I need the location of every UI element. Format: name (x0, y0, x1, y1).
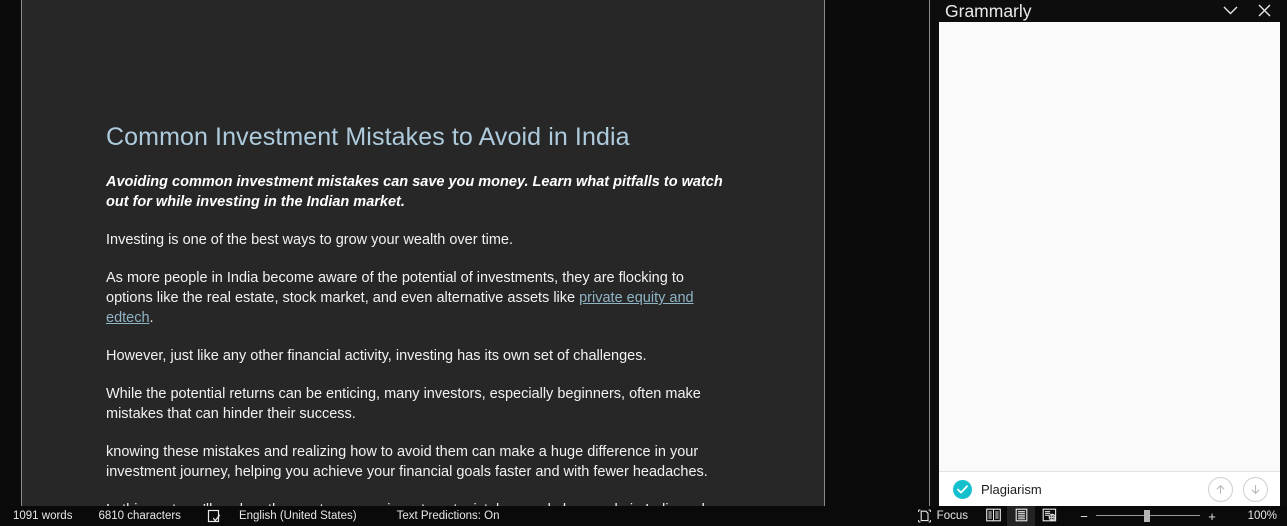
print-layout-icon (1015, 508, 1028, 525)
word-count-status[interactable]: 1091 words (6, 506, 79, 526)
document-lede: Avoiding common investment mistakes can … (106, 174, 723, 210)
focus-mode-icon (917, 509, 931, 523)
check-circle-icon (953, 479, 972, 499)
document-page[interactable]: Common Investment Mistakes to Avoid in I… (21, 0, 825, 506)
plagiarism-label: Plagiarism (981, 481, 1042, 497)
status-bar: 1091 words 6810 characters English (Unit… (0, 506, 1287, 526)
zoom-control[interactable]: − + (1075, 509, 1221, 524)
document-scroll-area[interactable]: Common Investment Mistakes to Avoid in I… (0, 0, 930, 506)
grammarly-pane-title: Grammarly (945, 0, 1032, 21)
close-icon[interactable] (1251, 0, 1277, 22)
paragraph-text-after-link: . (149, 310, 154, 326)
read-mode-icon (985, 508, 1001, 525)
focus-mode-label: Focus (936, 510, 968, 522)
text-predictions-status[interactable]: Text Predictions: On (390, 506, 507, 526)
proofing-errors-icon[interactable] (202, 506, 226, 526)
document-paragraph: While the potential returns can be entic… (106, 386, 701, 422)
zoom-out-button[interactable]: − (1075, 509, 1093, 524)
view-web-layout-button[interactable] (1035, 506, 1063, 526)
word-application-window: Common Investment Mistakes to Avoid in I… (0, 0, 1287, 526)
web-layout-icon (1042, 508, 1057, 525)
zoom-slider-thumb[interactable] (1144, 510, 1150, 522)
character-count-status[interactable]: 6810 characters (91, 506, 187, 526)
arrow-down-icon[interactable] (1243, 476, 1268, 502)
document-paragraph: Investing is one of the best ways to gro… (106, 232, 514, 248)
zoom-level-label[interactable]: 100% (1235, 510, 1277, 522)
grammarly-pane-header: Grammarly (930, 0, 1287, 22)
document-paragraph: However, just like any other financial a… (106, 348, 647, 364)
arrow-up-icon[interactable] (1208, 476, 1233, 502)
grammarly-suggestions-area[interactable] (939, 22, 1280, 471)
view-read-mode-button[interactable] (979, 506, 1007, 526)
language-status[interactable]: English (United States) (232, 506, 364, 526)
grammarly-pane-body: Plagiarism (939, 22, 1280, 506)
view-print-layout-button[interactable] (1007, 506, 1035, 526)
document-paragraph-with-link: As more people in India become aware of … (106, 268, 728, 328)
document-title: Common Investment Mistakes to Avoid in I… (106, 123, 630, 151)
zoom-in-button[interactable]: + (1203, 509, 1221, 524)
document-paragraph: knowing these mistakes and realizing how… (106, 444, 708, 480)
chevron-down-icon[interactable] (1217, 0, 1243, 22)
focus-mode-button[interactable]: Focus (911, 506, 975, 526)
zoom-slider[interactable] (1096, 509, 1200, 523)
grammarly-task-pane: Grammarly Plagiarism (930, 0, 1287, 506)
grammarly-plagiarism-bar[interactable]: Plagiarism (939, 471, 1280, 506)
document-text-body[interactable]: Common Investment Mistakes to Avoid in I… (106, 0, 746, 506)
